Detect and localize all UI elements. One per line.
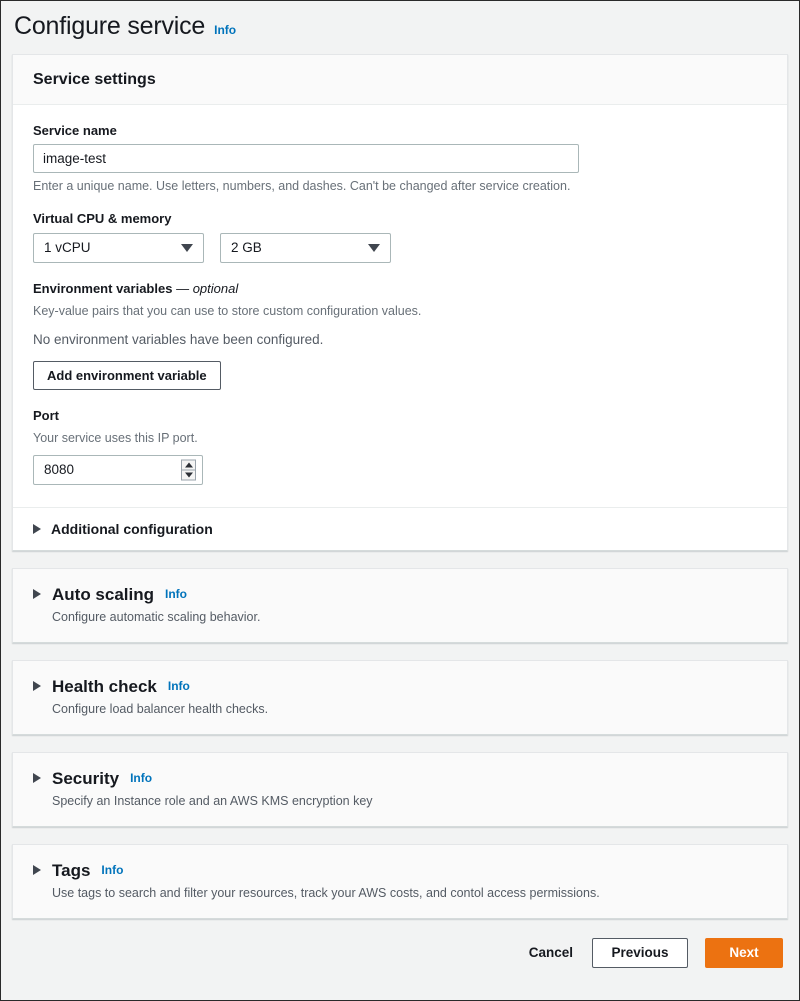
port-description: Your service uses this IP port.	[33, 430, 198, 445]
health-check-description: Configure load balancer health checks.	[52, 701, 269, 716]
stepper-increment-button[interactable]	[182, 460, 195, 471]
quantity-stepper[interactable]	[181, 459, 196, 481]
security-info-link[interactable]: Info	[130, 771, 152, 785]
service-name-hint: Enter a unique name. Use letters, number…	[33, 178, 571, 193]
next-button[interactable]: Next	[705, 937, 783, 968]
chevron-down-icon	[368, 243, 380, 252]
cancel-button[interactable]: Cancel	[527, 939, 575, 966]
port-input-value: 8080	[44, 462, 75, 478]
chevron-right-icon	[33, 773, 41, 784]
security-description: Specify an Instance role and an AWS KMS …	[52, 793, 373, 808]
page-title-row: Configure service Info	[12, 1, 788, 54]
tags-title: Tags	[52, 860, 91, 880]
auto-scaling-section-header[interactable]: Auto scaling Info	[33, 586, 767, 603]
environment-variables-empty-state: No environment variables have been confi…	[33, 331, 324, 347]
service-settings-panel-body: Service name Enter a unique name. Use le…	[13, 104, 787, 550]
memory-select-value: 2 GB	[231, 240, 262, 255]
service-settings-panel-header: Service settings	[13, 55, 787, 105]
chevron-right-icon	[33, 523, 41, 534]
auto-scaling-description: Configure automatic scaling behavior.	[52, 609, 261, 624]
chevron-right-icon	[33, 865, 41, 876]
environment-variables-description: Key-value pairs that you can use to stor…	[33, 303, 422, 318]
tags-section[interactable]: Tags Info Use tags to search and filter …	[12, 843, 788, 919]
cpu-memory-field-group: Virtual CPU & memory 1 vCPU 2 GB	[33, 211, 767, 263]
service-settings-title: Service settings	[33, 70, 156, 88]
stepper-decrement-button[interactable]	[182, 470, 195, 479]
tags-section-header[interactable]: Tags Info	[33, 862, 767, 879]
chevron-down-icon	[181, 243, 193, 252]
health-check-title: Health check	[52, 676, 157, 696]
environment-variables-optional-suffix: — optional	[176, 280, 239, 296]
tags-info-link[interactable]: Info	[101, 863, 123, 877]
security-section-header[interactable]: Security Info	[33, 770, 767, 787]
add-environment-variable-button[interactable]: Add environment variable	[33, 360, 221, 390]
health-check-section[interactable]: Health check Info Configure load balance…	[12, 659, 788, 735]
security-section[interactable]: Security Info Specify an Instance role a…	[12, 751, 788, 827]
port-label: Port	[33, 407, 59, 423]
service-name-field-group: Service name Enter a unique name. Use le…	[33, 123, 767, 193]
environment-variables-field-group: Environment variables — optional Key-val…	[33, 281, 767, 390]
environment-variables-label: Environment variables — optional	[33, 281, 767, 296]
memory-select[interactable]: 2 GB	[220, 232, 391, 263]
tags-description: Use tags to search and filter your resou…	[52, 885, 600, 900]
additional-configuration-label: Additional configuration	[51, 520, 213, 537]
auto-scaling-title: Auto scaling	[52, 584, 155, 604]
port-input[interactable]: 8080	[33, 454, 203, 485]
cpu-memory-label: Virtual CPU & memory	[33, 210, 172, 226]
auto-scaling-info-link[interactable]: Info	[165, 587, 187, 601]
service-settings-panel: Service settings Service name Enter a un…	[12, 53, 788, 551]
health-check-info-link[interactable]: Info	[168, 679, 190, 693]
page-title: Configure service	[14, 12, 206, 40]
service-name-input[interactable]	[33, 143, 579, 173]
port-field-group: Port Your service uses this IP port. 808…	[33, 408, 767, 485]
additional-configuration-expander[interactable]: Additional configuration	[13, 506, 787, 550]
page-title-info-link[interactable]: Info	[214, 23, 236, 37]
environment-variables-label-text: Environment variables	[33, 280, 173, 296]
cpu-memory-select-row: 1 vCPU 2 GB	[33, 232, 767, 263]
chevron-right-icon	[33, 681, 41, 692]
vcpu-select-value: 1 vCPU	[44, 240, 91, 255]
security-title: Security	[52, 768, 120, 788]
previous-button[interactable]: Previous	[592, 937, 688, 968]
health-check-section-header[interactable]: Health check Info	[33, 678, 767, 695]
caret-down-icon	[184, 472, 193, 478]
vcpu-select[interactable]: 1 vCPU	[33, 232, 204, 263]
caret-up-icon	[184, 462, 193, 468]
configure-service-page: Configure service Info Service settings …	[1, 1, 799, 1000]
auto-scaling-section[interactable]: Auto scaling Info Configure automatic sc…	[12, 567, 788, 643]
service-name-label: Service name	[33, 122, 117, 138]
chevron-right-icon	[33, 589, 41, 600]
wizard-footer: Cancel Previous Next	[12, 936, 788, 968]
